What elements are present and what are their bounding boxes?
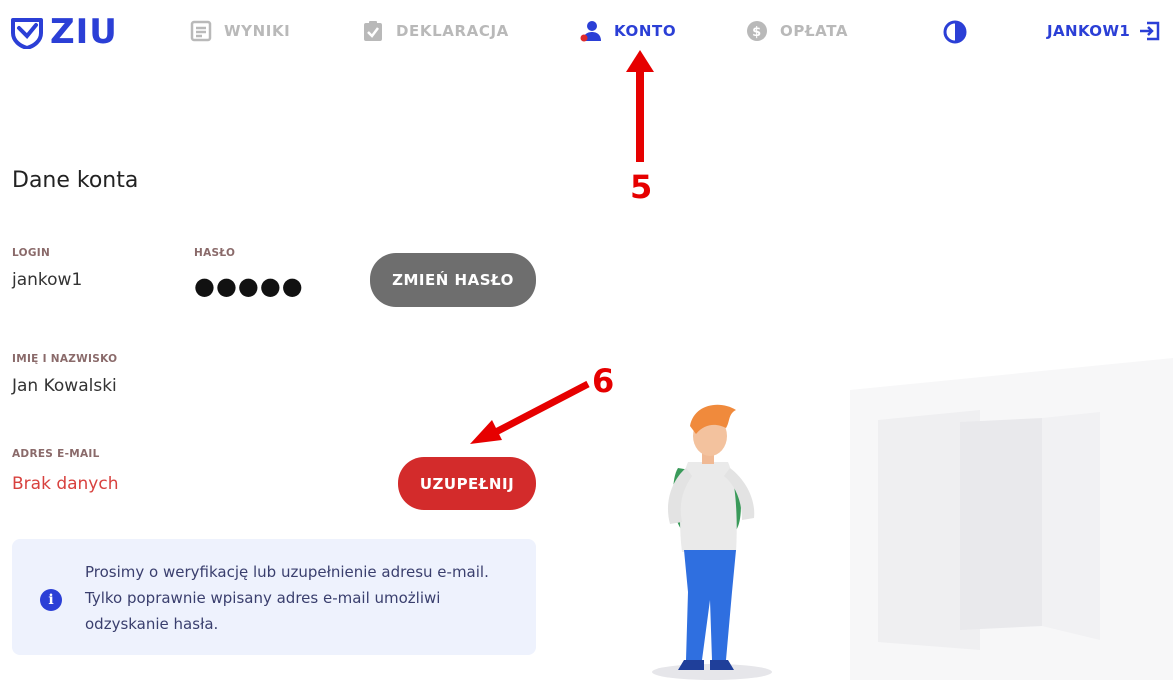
contrast-toggle[interactable]	[943, 20, 967, 48]
fill-email-button[interactable]: UZUPEŁNIJ	[398, 457, 536, 510]
user-icon	[580, 20, 602, 42]
dollar-coin-icon: $	[746, 20, 768, 42]
password-value: ●●●●●	[194, 272, 304, 300]
annotation-arrow-5	[626, 50, 654, 162]
nav-konto[interactable]: KONTO	[580, 20, 676, 42]
email-info-box: i Prosimy o weryfikację lub uzupełnienie…	[12, 539, 536, 655]
page-title: Dane konta	[12, 168, 139, 193]
nav-oplata[interactable]: $ OPŁATA	[746, 20, 848, 42]
svg-text:$: $	[752, 25, 762, 40]
top-navigation-bar: ZIU WYNIKI DEKLARACJA KONTO $ OPŁATA JAN…	[0, 0, 1173, 62]
logout-icon	[1140, 21, 1160, 41]
logo-text: ZIU	[50, 12, 118, 52]
results-list-icon	[190, 20, 212, 42]
student-illustration	[652, 358, 1173, 680]
info-icon: i	[40, 589, 62, 611]
info-text: Prosimy o weryfikację lub uzupełnienie a…	[85, 563, 489, 633]
annotation-step-5: 5	[630, 168, 653, 206]
contrast-icon	[943, 20, 967, 44]
clipboard-check-icon	[362, 20, 384, 42]
name-value: Jan Kowalski	[12, 376, 117, 396]
nav-oplata-label: OPŁATA	[780, 22, 849, 40]
login-value: jankow1	[12, 270, 83, 290]
name-label: IMIĘ I NAZWISKO	[12, 353, 118, 365]
login-label: LOGIN	[12, 247, 51, 259]
nav-konto-label: KONTO	[614, 22, 677, 40]
password-label: HASŁO	[194, 247, 236, 259]
nav-wyniki-label: WYNIKI	[224, 22, 291, 40]
user-logout-link[interactable]: JANKOW1	[1047, 20, 1160, 42]
username-label: JANKOW1	[1047, 22, 1131, 40]
nav-deklaracja-label: DEKLARACJA	[396, 22, 509, 40]
email-label: ADRES E-MAIL	[12, 448, 100, 460]
nav-wyniki[interactable]: WYNIKI	[190, 20, 290, 42]
nav-deklaracja[interactable]: DEKLARACJA	[362, 20, 509, 42]
email-value: Brak danych	[12, 474, 119, 494]
change-password-button[interactable]: ZMIEŃ HASŁO	[370, 253, 536, 307]
ziu-logo[interactable]: ZIU	[10, 14, 118, 50]
shield-check-icon	[11, 18, 43, 49]
